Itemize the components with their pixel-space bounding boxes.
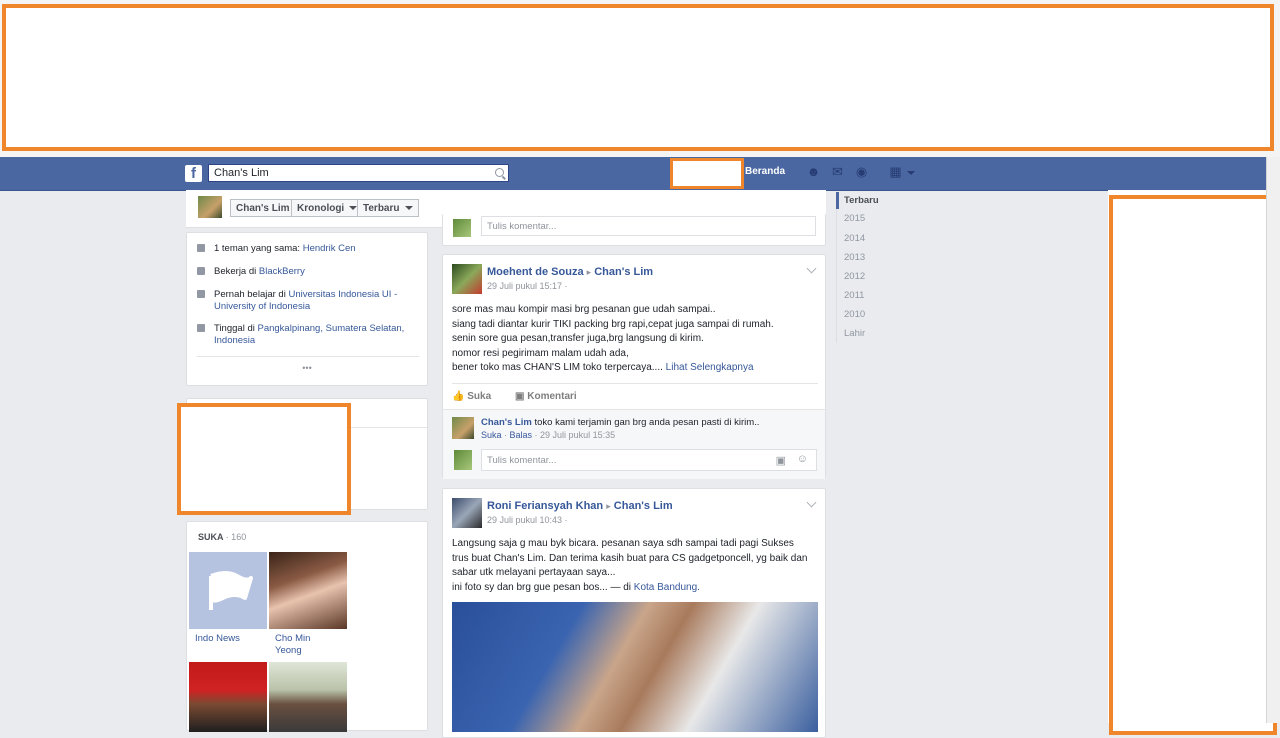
reply-reply-link[interactable]: Balas [510, 430, 533, 440]
place-link[interactable]: Kota Bandung. [634, 582, 700, 593]
facebook-logo-icon[interactable]: f [185, 165, 202, 182]
post-body: sore mas mau kompir masi brg pesanan gue… [452, 304, 774, 373]
education-icon [197, 290, 205, 298]
like-label-indo-news[interactable]: Indo News [195, 633, 240, 644]
globe-icon[interactable]: ◉ [854, 165, 869, 179]
post-header: Roni Feriansyah Khan ▸ Chan's Lim [487, 500, 673, 512]
camera-icon[interactable]: ▣ [776, 454, 786, 467]
see-more-link[interactable]: Lihat Selengkapnya [666, 362, 754, 373]
timeline-item-2010[interactable]: 2010 [844, 309, 865, 320]
my-avatar [454, 450, 472, 470]
timeline-item-2013[interactable]: 2013 [844, 252, 865, 263]
chevron-down-icon [404, 206, 413, 211]
thumb-up-icon: 👍 [452, 391, 465, 402]
settings-icon[interactable]: ▦ [889, 165, 915, 179]
post-photo[interactable] [452, 602, 818, 732]
education-info: Pernah belajar di Universitas Indonesia … [214, 289, 398, 312]
page-thumbnail-3[interactable] [189, 662, 267, 732]
chevron-down-icon[interactable] [806, 263, 817, 274]
post-header: Moehent de Souza ▸ Chan's Lim [487, 266, 653, 278]
post-time[interactable]: 29 Juli pukul 15:17 · [487, 281, 568, 291]
divider [452, 383, 818, 384]
post-time[interactable]: 29 Juli pukul 10:43 · [487, 515, 568, 525]
like-label-cho-min-yeong[interactable]: Cho Min Yeong [275, 633, 310, 657]
arrow-right-icon: ▸ [606, 501, 611, 511]
search-icon[interactable] [495, 168, 504, 177]
reply-author-link[interactable]: Chan's Lim [481, 417, 532, 428]
like-button[interactable]: 👍 Suka [452, 391, 491, 402]
recent-dropdown[interactable]: Terbaru [357, 199, 419, 217]
target-link[interactable]: Chan's Lim [614, 500, 673, 512]
work-icon [197, 267, 205, 275]
education-link-1[interactable]: Universitas Indonesia UI - [288, 289, 397, 300]
author-link[interactable]: Roni Feriansyah Khan [487, 500, 603, 512]
timeline-label: Kronologi [297, 203, 345, 214]
timeline-active-indicator [836, 192, 839, 209]
reply-comment: Chan's Lim toko kami terjamin gan brg an… [481, 417, 760, 428]
commenter-avatar[interactable] [452, 417, 474, 439]
timeline-item-born[interactable]: Lahir [844, 328, 865, 339]
mutual-friends: 1 teman yang sama: Hendrik Cen [214, 243, 356, 254]
search-value: Chan's Lim [214, 167, 269, 179]
mutual-friend-link[interactable]: Hendrik Cen [303, 243, 356, 254]
chevron-down-icon[interactable] [806, 497, 817, 508]
reply-like-link[interactable]: Suka [481, 430, 502, 440]
comment-input[interactable]: Tulis komentar... [481, 216, 816, 236]
author-avatar[interactable] [452, 498, 482, 528]
author-avatar[interactable] [452, 264, 482, 294]
more-button[interactable]: ••• [187, 363, 427, 373]
location-link-1[interactable]: Pangkalpinang, Sumatera Selatan, [257, 323, 404, 334]
timeline-item-2014[interactable]: 2014 [844, 233, 865, 244]
redacted-sidebar [1109, 195, 1277, 735]
timeline-item-2012[interactable]: 2012 [844, 271, 865, 282]
work-info: Bekerja di BlackBerry [214, 266, 305, 277]
comment-button[interactable]: ▣ Komentari [515, 391, 577, 402]
post-moehent: Moehent de Souza ▸ Chan's Lim 29 Juli pu… [442, 254, 826, 479]
indo-news-thumbnail[interactable] [189, 552, 267, 629]
arrow-right-icon: ▸ [586, 267, 592, 277]
intro-card: 1 teman yang sama: Hendrik Cen Bekerja d… [186, 232, 428, 386]
timeline-rail [836, 209, 837, 343]
scrollbar[interactable] [1266, 157, 1280, 723]
work-link[interactable]: BlackBerry [259, 266, 305, 277]
cho-min-yeong-thumbnail[interactable] [269, 552, 347, 629]
comment-input[interactable]: Tulis komentar... ▣ ☺ [481, 449, 817, 471]
page-thumbnail-4[interactable] [269, 662, 347, 732]
reply-meta: Suka · Balas · 29 Juli pukul 15:35 [481, 430, 616, 440]
search-input[interactable]: Chan's Lim [208, 164, 509, 182]
recent-label: Terbaru [363, 203, 400, 214]
redacted-profile-link [670, 158, 744, 189]
emoji-icon[interactable]: ☺ [797, 453, 808, 465]
profile-name-button[interactable]: Chan's Lim [230, 199, 296, 217]
divider [197, 356, 419, 357]
target-link[interactable]: Chan's Lim [594, 266, 653, 278]
education-link-2[interactable]: University of Indonesia [214, 301, 310, 312]
post-body: Langsung saja g mau byk bicara. pesanan … [452, 538, 808, 593]
friends-icon [197, 244, 205, 252]
timeline-item-2011[interactable]: 2011 [844, 290, 864, 301]
home-icon [197, 324, 205, 332]
profile-avatar[interactable] [198, 196, 222, 218]
timeline-item-2015[interactable]: 2015 [844, 213, 865, 224]
redacted-browser-area [2, 4, 1274, 151]
flag-icon [209, 571, 253, 610]
likes-card: SUKA · 160 Indo News Cho Min Yeong [186, 521, 428, 732]
friends-icon[interactable]: ☻ [806, 165, 821, 179]
location-info: Tinggal di Pangkalpinang, Sumatera Selat… [214, 323, 405, 346]
messages-icon[interactable]: ✉ [830, 165, 845, 179]
post-roni: Roni Feriansyah Khan ▸ Chan's Lim 29 Jul… [442, 488, 826, 738]
author-link[interactable]: Moehent de Souza [487, 266, 584, 278]
timeline-item-recent[interactable]: Terbaru [844, 195, 879, 206]
timeline-dropdown[interactable]: Kronologi [291, 199, 364, 217]
home-link[interactable]: Beranda [745, 166, 785, 177]
comment-icon: ▣ [515, 391, 525, 402]
my-avatar [453, 219, 471, 237]
location-link-2[interactable]: Indonesia [214, 335, 255, 346]
redacted-card-area [177, 403, 351, 515]
likes-title: SUKA · 160 [198, 532, 247, 542]
